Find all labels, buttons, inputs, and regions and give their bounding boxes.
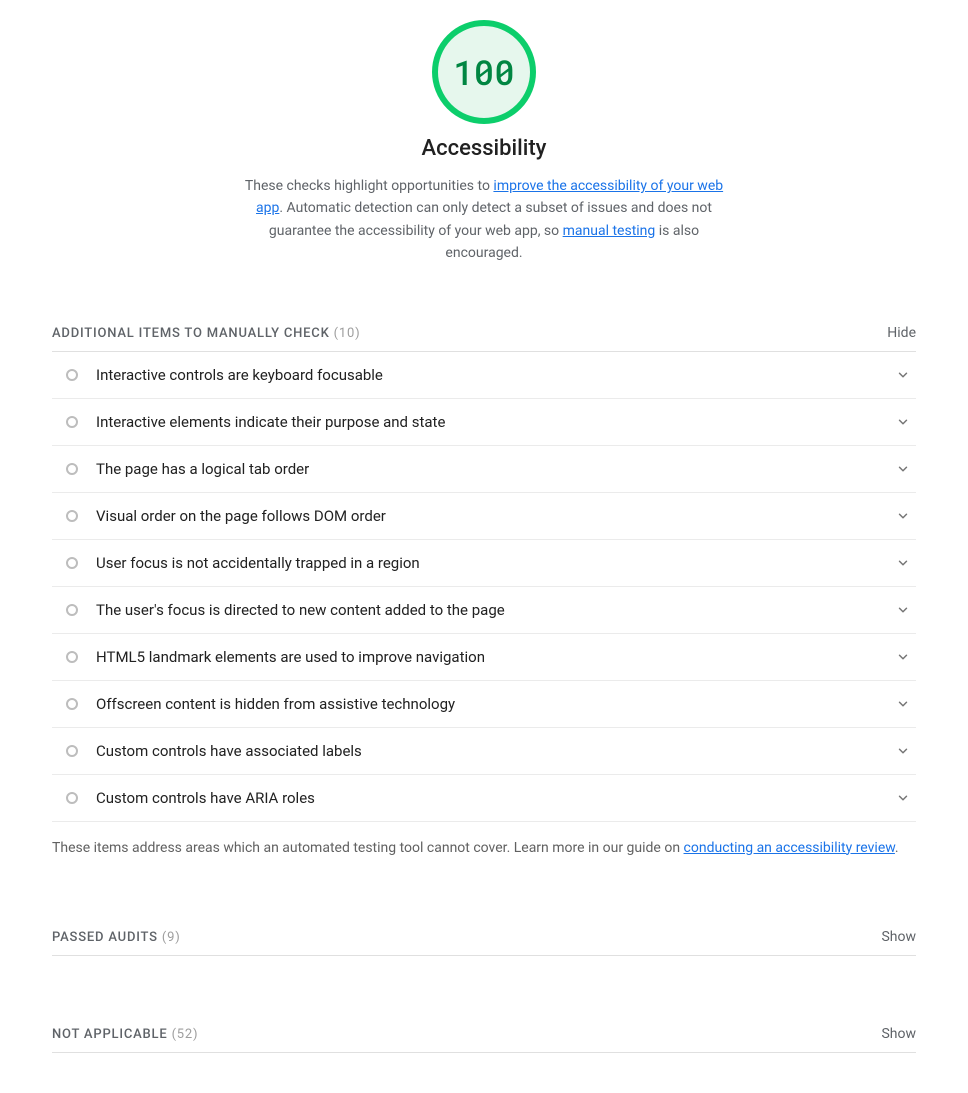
audit-title: Custom controls have associated labels bbox=[96, 742, 896, 760]
section-count: (52) bbox=[172, 1027, 199, 1042]
manual-checks-title: ADDITIONAL ITEMS TO MANUALLY CHECK (10) bbox=[52, 326, 360, 341]
chevron-down-icon bbox=[896, 415, 910, 429]
chevron-down-icon bbox=[896, 791, 910, 805]
audit-row[interactable]: Visual order on the page follows DOM ord… bbox=[52, 493, 916, 540]
not-applicable-section: NOT APPLICABLE (52) Show bbox=[52, 1016, 916, 1053]
not-applicable-title: NOT APPLICABLE (52) bbox=[52, 1027, 198, 1042]
audit-title: Interactive elements indicate their purp… bbox=[96, 413, 896, 431]
manual-status-icon bbox=[66, 463, 78, 475]
chevron-down-icon bbox=[896, 556, 910, 570]
audit-title: Visual order on the page follows DOM ord… bbox=[96, 507, 896, 525]
audit-title: The user's focus is directed to new cont… bbox=[96, 601, 896, 619]
show-button[interactable]: Show bbox=[881, 1026, 916, 1042]
chevron-down-icon bbox=[896, 603, 910, 617]
manual-checks-header[interactable]: ADDITIONAL ITEMS TO MANUALLY CHECK (10) … bbox=[52, 315, 916, 352]
desc-text: These checks highlight opportunities to bbox=[245, 178, 494, 194]
hide-button[interactable]: Hide bbox=[887, 325, 916, 341]
section-heading-text: PASSED AUDITS bbox=[52, 930, 158, 945]
chevron-down-icon bbox=[896, 697, 910, 711]
chevron-down-icon bbox=[896, 462, 910, 476]
manual-status-icon bbox=[66, 369, 78, 381]
audit-row[interactable]: The user's focus is directed to new cont… bbox=[52, 587, 916, 634]
audit-title: HTML5 landmark elements are used to impr… bbox=[96, 648, 896, 666]
passed-audits-title: PASSED AUDITS (9) bbox=[52, 930, 181, 945]
chevron-down-icon bbox=[896, 650, 910, 664]
audit-title: Interactive controls are keyboard focusa… bbox=[96, 366, 896, 384]
category-description: These checks highlight opportunities to … bbox=[244, 175, 724, 265]
not-applicable-header[interactable]: NOT APPLICABLE (52) Show bbox=[52, 1016, 916, 1053]
section-count: (9) bbox=[162, 930, 181, 945]
passed-audits-header[interactable]: PASSED AUDITS (9) Show bbox=[52, 919, 916, 956]
category-title: Accessibility bbox=[52, 136, 916, 161]
section-heading-text: ADDITIONAL ITEMS TO MANUALLY CHECK bbox=[52, 326, 330, 341]
audit-row[interactable]: Offscreen content is hidden from assisti… bbox=[52, 681, 916, 728]
audit-title: User focus is not accidentally trapped i… bbox=[96, 554, 896, 572]
footnote-text: . bbox=[895, 840, 899, 856]
manual-status-icon bbox=[66, 745, 78, 757]
chevron-down-icon bbox=[896, 368, 910, 382]
section-heading-text: NOT APPLICABLE bbox=[52, 1027, 168, 1042]
audit-row[interactable]: Custom controls have ARIA roles bbox=[52, 775, 916, 822]
audit-row[interactable]: Interactive elements indicate their purp… bbox=[52, 399, 916, 446]
accessibility-header: 100 Accessibility These checks highlight… bbox=[52, 20, 916, 265]
show-button[interactable]: Show bbox=[881, 929, 916, 945]
manual-status-icon bbox=[66, 604, 78, 616]
footnote-text: These items address areas which an autom… bbox=[52, 840, 684, 856]
manual-checks-list: Interactive controls are keyboard focusa… bbox=[52, 352, 916, 822]
manual-checks-section: ADDITIONAL ITEMS TO MANUALLY CHECK (10) … bbox=[52, 315, 916, 859]
manual-status-icon bbox=[66, 557, 78, 569]
audit-row[interactable]: HTML5 landmark elements are used to impr… bbox=[52, 634, 916, 681]
manual-status-icon bbox=[66, 651, 78, 663]
score-value: 100 bbox=[453, 50, 514, 95]
accessibility-review-link[interactable]: conducting an accessibility review bbox=[684, 840, 895, 856]
audit-row[interactable]: Custom controls have associated labels bbox=[52, 728, 916, 775]
audit-row[interactable]: User focus is not accidentally trapped i… bbox=[52, 540, 916, 587]
audit-title: The page has a logical tab order bbox=[96, 460, 896, 478]
manual-status-icon bbox=[66, 416, 78, 428]
manual-footnote: These items address areas which an autom… bbox=[52, 822, 916, 859]
score-gauge: 100 bbox=[432, 20, 536, 124]
manual-status-icon bbox=[66, 792, 78, 804]
chevron-down-icon bbox=[896, 744, 910, 758]
audit-title: Custom controls have ARIA roles bbox=[96, 789, 896, 807]
manual-testing-link[interactable]: manual testing bbox=[563, 223, 656, 239]
manual-status-icon bbox=[66, 510, 78, 522]
section-count: (10) bbox=[334, 326, 361, 341]
audit-row[interactable]: Interactive controls are keyboard focusa… bbox=[52, 352, 916, 399]
audit-row[interactable]: The page has a logical tab order bbox=[52, 446, 916, 493]
chevron-down-icon bbox=[896, 509, 910, 523]
manual-status-icon bbox=[66, 698, 78, 710]
passed-audits-section: PASSED AUDITS (9) Show bbox=[52, 919, 916, 956]
audit-title: Offscreen content is hidden from assisti… bbox=[96, 695, 896, 713]
